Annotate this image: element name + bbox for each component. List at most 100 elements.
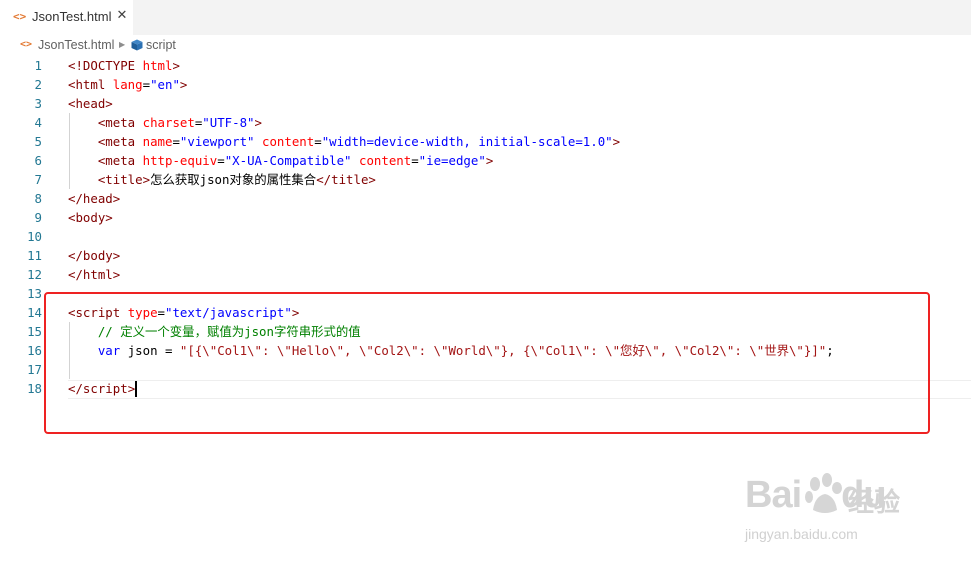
line-number: 16 (27, 343, 42, 358)
token-tag: </title> (316, 172, 376, 187)
token-str: "X-UA-Compatible" (224, 153, 352, 168)
token-tag: <title> (97, 172, 151, 187)
token-txt: = (172, 134, 180, 149)
code-text: </body> (68, 246, 120, 265)
code-line[interactable]: 1 <!DOCTYPE html> (0, 56, 971, 75)
breadcrumb-file[interactable]: JsonTest.html (38, 38, 114, 52)
token-str: "ie=edge" (418, 153, 486, 168)
code-text: </html> (68, 265, 120, 284)
token-tag: <head> (68, 96, 113, 111)
token-attr: lang (112, 77, 143, 92)
watermark-url: jingyan.baidu.com (745, 526, 858, 542)
token-attr: http-equiv (142, 153, 218, 168)
code-line[interactable]: 2 <html lang="en"> (0, 75, 971, 94)
code-text: <title>怎么获取json对象的属性集合</title> (68, 170, 376, 189)
line-number: 14 (27, 305, 42, 320)
token-txt: = (142, 77, 151, 92)
line-number: 9 (34, 210, 42, 225)
token-attr: content (358, 153, 412, 168)
line-number: 15 (27, 324, 42, 339)
code-file-icon: <> (20, 39, 33, 50)
line-number: 10 (27, 229, 42, 244)
line-number: 8 (34, 191, 42, 206)
token-attr: name (142, 134, 173, 149)
line-number: 13 (27, 286, 42, 301)
paw-icon (805, 473, 842, 513)
token-txt: 怎么获取json对象的属性集合 (150, 172, 317, 187)
line-number: 12 (27, 267, 42, 282)
token-tag: > (254, 115, 262, 130)
editor-tab-strip: <> JsonTest.html ✕ (0, 0, 971, 35)
token-attr: content (262, 134, 315, 149)
line-number: 5 (34, 134, 42, 149)
token-tag: <meta (97, 134, 143, 149)
tab-label: JsonTest.html (32, 9, 112, 24)
token-tag: <!DOCTYPE (68, 58, 143, 73)
code-line[interactable]: 9 <body> (0, 208, 971, 227)
token-tag: > (172, 58, 180, 73)
cube-icon (131, 39, 143, 51)
code-line[interactable]: 12 </html> (0, 265, 971, 284)
token-tag: <meta (97, 115, 143, 130)
token-txt: = (217, 153, 225, 168)
token-tag: <html (68, 77, 113, 92)
line-number: 11 (27, 248, 42, 263)
token-txt: = (314, 134, 322, 149)
watermark-cn-text: 经验 (848, 488, 901, 518)
line-number: 2 (34, 77, 42, 92)
code-line[interactable]: 11 </body> (0, 246, 971, 265)
token-str: "UTF-8" (202, 115, 255, 130)
token-tag: </html> (68, 267, 121, 282)
token-tag: > (179, 77, 188, 92)
code-line[interactable]: 10 (0, 227, 971, 246)
line-number: 18 (27, 381, 42, 396)
code-text: <meta name="viewport" content="width=dev… (68, 132, 620, 151)
close-icon[interactable]: ✕ (116, 9, 128, 23)
token-tag: > (612, 134, 621, 149)
code-text: <head> (68, 94, 113, 113)
token-tag: <meta (97, 153, 143, 168)
line-number: 4 (34, 115, 42, 130)
chevron-right-icon: ▶ (119, 40, 126, 49)
code-text: <meta http-equiv="X-UA-Compatible" conte… (68, 151, 493, 170)
breadcrumb-symbol[interactable]: script (146, 38, 176, 52)
code-line[interactable]: 8 </head> (0, 189, 971, 208)
line-number: 17 (27, 362, 42, 377)
tab-jsontest-html[interactable]: <> JsonTest.html ✕ (0, 0, 134, 35)
token-txt: = (411, 153, 419, 168)
line-number: 6 (34, 153, 42, 168)
code-line[interactable]: 6 <meta http-equiv="X-UA-Compatible" con… (0, 151, 971, 170)
code-text: <meta charset="UTF-8"> (68, 113, 262, 132)
baidu-jingyan-watermark: Bai du 经验 jingyan.baidu.com (745, 470, 920, 550)
code-line[interactable]: 3 <head> (0, 94, 971, 113)
token-str: "viewport" (179, 134, 255, 149)
line-number: 1 (34, 58, 42, 73)
code-text: </head> (68, 189, 120, 208)
code-text: <!DOCTYPE html> (68, 56, 180, 75)
breadcrumb: <> JsonTest.html ▶ script (0, 35, 971, 57)
token-attr: html (142, 58, 173, 73)
line-number: 3 (34, 96, 42, 111)
indent-guide (69, 113, 70, 189)
token-tag: > (485, 153, 494, 168)
token-str: "width=device-width, initial-scale=1.0" (321, 134, 613, 149)
code-line[interactable]: 4 <meta charset="UTF-8"> (0, 113, 971, 132)
code-text: <body> (68, 208, 113, 227)
code-line[interactable]: 5 <meta name="viewport" content="width=d… (0, 132, 971, 151)
token-tag: </head> (68, 191, 121, 206)
highlight-box (44, 292, 930, 434)
token-attr: charset (142, 115, 195, 130)
token-str: "en" (150, 77, 180, 92)
line-number: 7 (34, 172, 42, 187)
token-tag: </body> (68, 248, 121, 263)
code-text: <html lang="en"> (68, 75, 187, 94)
token-tag: <body> (68, 210, 113, 225)
code-file-icon: <> (13, 10, 27, 23)
code-line[interactable]: 7 <title>怎么获取json对象的属性集合</title> (0, 170, 971, 189)
